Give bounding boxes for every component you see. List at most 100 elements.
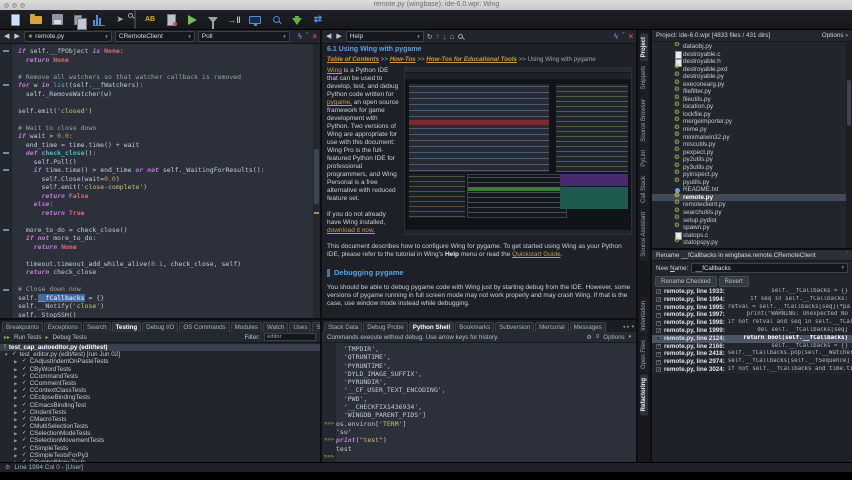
test-tree-row[interactable]: ▶✓CContextClassTests xyxy=(0,387,320,394)
tri-closed-icon[interactable]: ▶ xyxy=(14,394,19,401)
test-tree-row[interactable]: ▶✓CSimpleTests xyxy=(0,445,320,452)
test-tree-row[interactable]: ▶✓CCommentTests xyxy=(0,380,320,387)
help-dropdown[interactable]: Help ▾ xyxy=(346,31,424,42)
refactor-match-row[interactable]: remote.py, line 2166:self.__fCallbacks =… xyxy=(652,343,852,351)
project-file-row[interactable]: miscutils.py xyxy=(652,141,852,149)
tab-modules[interactable]: Modules xyxy=(231,322,262,332)
editor-scope-dropdown[interactable]: CRemoteClient ▾ xyxy=(115,31,195,42)
breadcrumb-link[interactable]: How-Tos for Educational Tools xyxy=(426,56,517,63)
new-name-input[interactable]: __fCallbacks ▾ xyxy=(691,263,848,273)
reload-icon[interactable]: ↻ xyxy=(427,33,433,41)
tri-closed-icon[interactable]: ▶ xyxy=(14,409,19,416)
project-file-row[interactable]: minimalwin32.py xyxy=(652,134,852,142)
project-file-row[interactable]: fileutils.py xyxy=(652,96,852,104)
project-file-row[interactable]: destroyable.h xyxy=(652,58,852,66)
doc-link[interactable]: download it now. xyxy=(327,227,375,234)
tri-closed-icon[interactable]: ▶ xyxy=(14,423,19,430)
checkbox-checked-icon[interactable] xyxy=(656,352,661,357)
project-file-row[interactable]: destroyable.py xyxy=(652,73,852,81)
editor-scrollbar[interactable] xyxy=(313,44,320,318)
checkbox-checked-icon[interactable] xyxy=(656,297,661,302)
project-file-row[interactable]: dataobj.py xyxy=(652,43,852,51)
test-tree-row[interactable]: ▶✓CSelectionMovementTests xyxy=(0,437,320,444)
help-back-icon[interactable]: ◀ xyxy=(325,31,332,43)
tab-bookmarks[interactable]: Bookmarks xyxy=(455,322,494,332)
test-tree-row[interactable]: ▶✓CSimpleTestsForPy3 xyxy=(0,452,320,459)
test-tree-row[interactable]: ▶✓CCommandTests xyxy=(0,373,320,380)
history-forward-icon[interactable]: ▶ xyxy=(13,31,20,43)
checkbox-checked-icon[interactable] xyxy=(656,328,661,333)
help-forward-icon[interactable]: ▶ xyxy=(335,31,342,43)
python-shell[interactable]: 'TMPDIR', 'QTRUNTIME', 'PYRUNTIME', 'DYL… xyxy=(322,343,636,462)
sync-icon[interactable]: ⇄ xyxy=(311,13,325,27)
debug-options-icon[interactable]: ϟ xyxy=(614,32,618,41)
checkbox-checked-icon[interactable] xyxy=(656,305,661,310)
tab-watch[interactable]: Watch xyxy=(263,322,288,332)
step-into-icon[interactable]: →‖ xyxy=(227,13,241,27)
refactor-match-row[interactable]: remote.py, line 1995:retval = self.__fCa… xyxy=(652,304,852,312)
tri-closed-icon[interactable]: ▶ xyxy=(14,452,19,459)
project-file-row[interactable]: statopspy.py xyxy=(652,239,852,247)
refactor-match-row[interactable]: remote.py, line 1998:if not retval and s… xyxy=(652,319,852,327)
test-tree-row[interactable]: ▶✓CMacroTests xyxy=(0,416,320,423)
test-tree-row[interactable]: ▶✓CByWordTests xyxy=(0,366,320,373)
tab-breakpoints[interactable]: Breakpoints xyxy=(2,322,43,332)
project-file-row[interactable]: searchutils.py xyxy=(652,209,852,217)
panel-menu-icon[interactable]: ˇ xyxy=(306,33,308,40)
fold-gutter[interactable] xyxy=(0,44,12,318)
checkbox-checked-icon[interactable] xyxy=(656,367,661,372)
test-tree-row[interactable]: ▶✓CIndentTests xyxy=(0,409,320,416)
vertical-tab-pylint[interactable]: PyLint xyxy=(640,146,648,171)
project-file-row[interactable]: location.py xyxy=(652,103,852,111)
list-icon[interactable]: ≡ xyxy=(596,334,600,340)
goto-symbol-icon[interactable]: ➤ xyxy=(113,13,127,27)
checkbox-checked-icon[interactable] xyxy=(656,289,661,294)
editor-member-dropdown[interactable]: Poll ▾ xyxy=(198,31,290,42)
shell-options-button[interactable]: Options xyxy=(603,334,624,341)
replace-icon[interactable]: AB xyxy=(143,13,157,27)
update-icon[interactable] xyxy=(290,13,304,27)
tab-stack-data[interactable]: Stack Data xyxy=(324,322,362,332)
project-file-row[interactable]: filefilter.py xyxy=(652,88,852,96)
test-tree-row[interactable]: ▶✓CSelectionModeTests xyxy=(0,430,320,437)
tab-search-in[interactable]: Search in xyxy=(312,322,320,332)
gear-icon[interactable]: ⚙ xyxy=(586,334,591,341)
refactor-match-row[interactable]: remote.py, line 1997:print("WARNING: Une… xyxy=(652,311,852,319)
tab-search[interactable]: Search xyxy=(83,322,111,332)
refactor-match-row[interactable]: remote.py, line 2974:self.__fCallbacks[s… xyxy=(652,358,852,366)
tab-subversion[interactable]: Subversion xyxy=(495,322,534,332)
rename-checked-button[interactable]: Rename Checked xyxy=(655,276,717,287)
filter-input[interactable]: editor xyxy=(264,333,316,341)
test-tree-row[interactable]: ▶✓CEclipseBindingTests xyxy=(0,394,320,401)
checkbox-checked-icon[interactable] xyxy=(656,321,661,326)
tri-closed-icon[interactable]: ▶ xyxy=(14,387,19,394)
code-editor[interactable]: if self.__fPObject is None: return None … xyxy=(12,44,313,318)
tab-debug-probe[interactable]: Debug Probe xyxy=(363,322,407,332)
test-tree-row[interactable]: ▼✓test_editor.py (edit/test) [run Jun 02… xyxy=(0,351,320,358)
tab-overflow-controls[interactable]: ◂▸▾ xyxy=(623,324,635,332)
profiler-icon[interactable] xyxy=(92,13,106,27)
project-file-row[interactable]: mergeimporter.py xyxy=(652,118,852,126)
tab-os-commands[interactable]: OS Commands xyxy=(179,322,229,332)
refactor-match-row[interactable]: remote.py, line 1994:if seq in self.__fC… xyxy=(652,296,852,304)
tri-closed-icon[interactable]: ▶ xyxy=(14,373,19,380)
tab-python-shell[interactable]: Python Shell xyxy=(409,322,454,332)
test-tree-row[interactable]: ▶✓CSymbolMenuTests xyxy=(0,459,320,462)
editor-file-dropdown[interactable]: ★ remote.py ▾ xyxy=(24,31,112,42)
project-file-row[interactable]: execonearg.py xyxy=(652,81,852,89)
tab-messages[interactable]: Messages xyxy=(570,322,606,332)
run-debug-icon[interactable] xyxy=(185,13,199,27)
vertical-tab-indentation[interactable]: Indentation xyxy=(640,297,648,335)
tab-testing[interactable]: Testing xyxy=(112,322,142,332)
checkbox-checked-icon[interactable] xyxy=(656,313,661,318)
open-folder-icon[interactable] xyxy=(29,13,43,27)
project-file-row[interactable]: lockfile.py xyxy=(652,111,852,119)
vertical-tab-snippets[interactable]: Snippets xyxy=(640,62,648,93)
project-options-button[interactable]: Options xyxy=(822,32,844,39)
checkbox-checked-icon[interactable] xyxy=(656,336,661,341)
tri-closed-icon[interactable]: ▶ xyxy=(14,459,19,462)
doc-link[interactable]: pygame, xyxy=(327,99,352,106)
breadcrumb-link[interactable]: How-Tos xyxy=(390,56,416,63)
tri-closed-icon[interactable]: ▶ xyxy=(14,430,19,437)
vertical-tab-project[interactable]: Project xyxy=(640,33,648,61)
